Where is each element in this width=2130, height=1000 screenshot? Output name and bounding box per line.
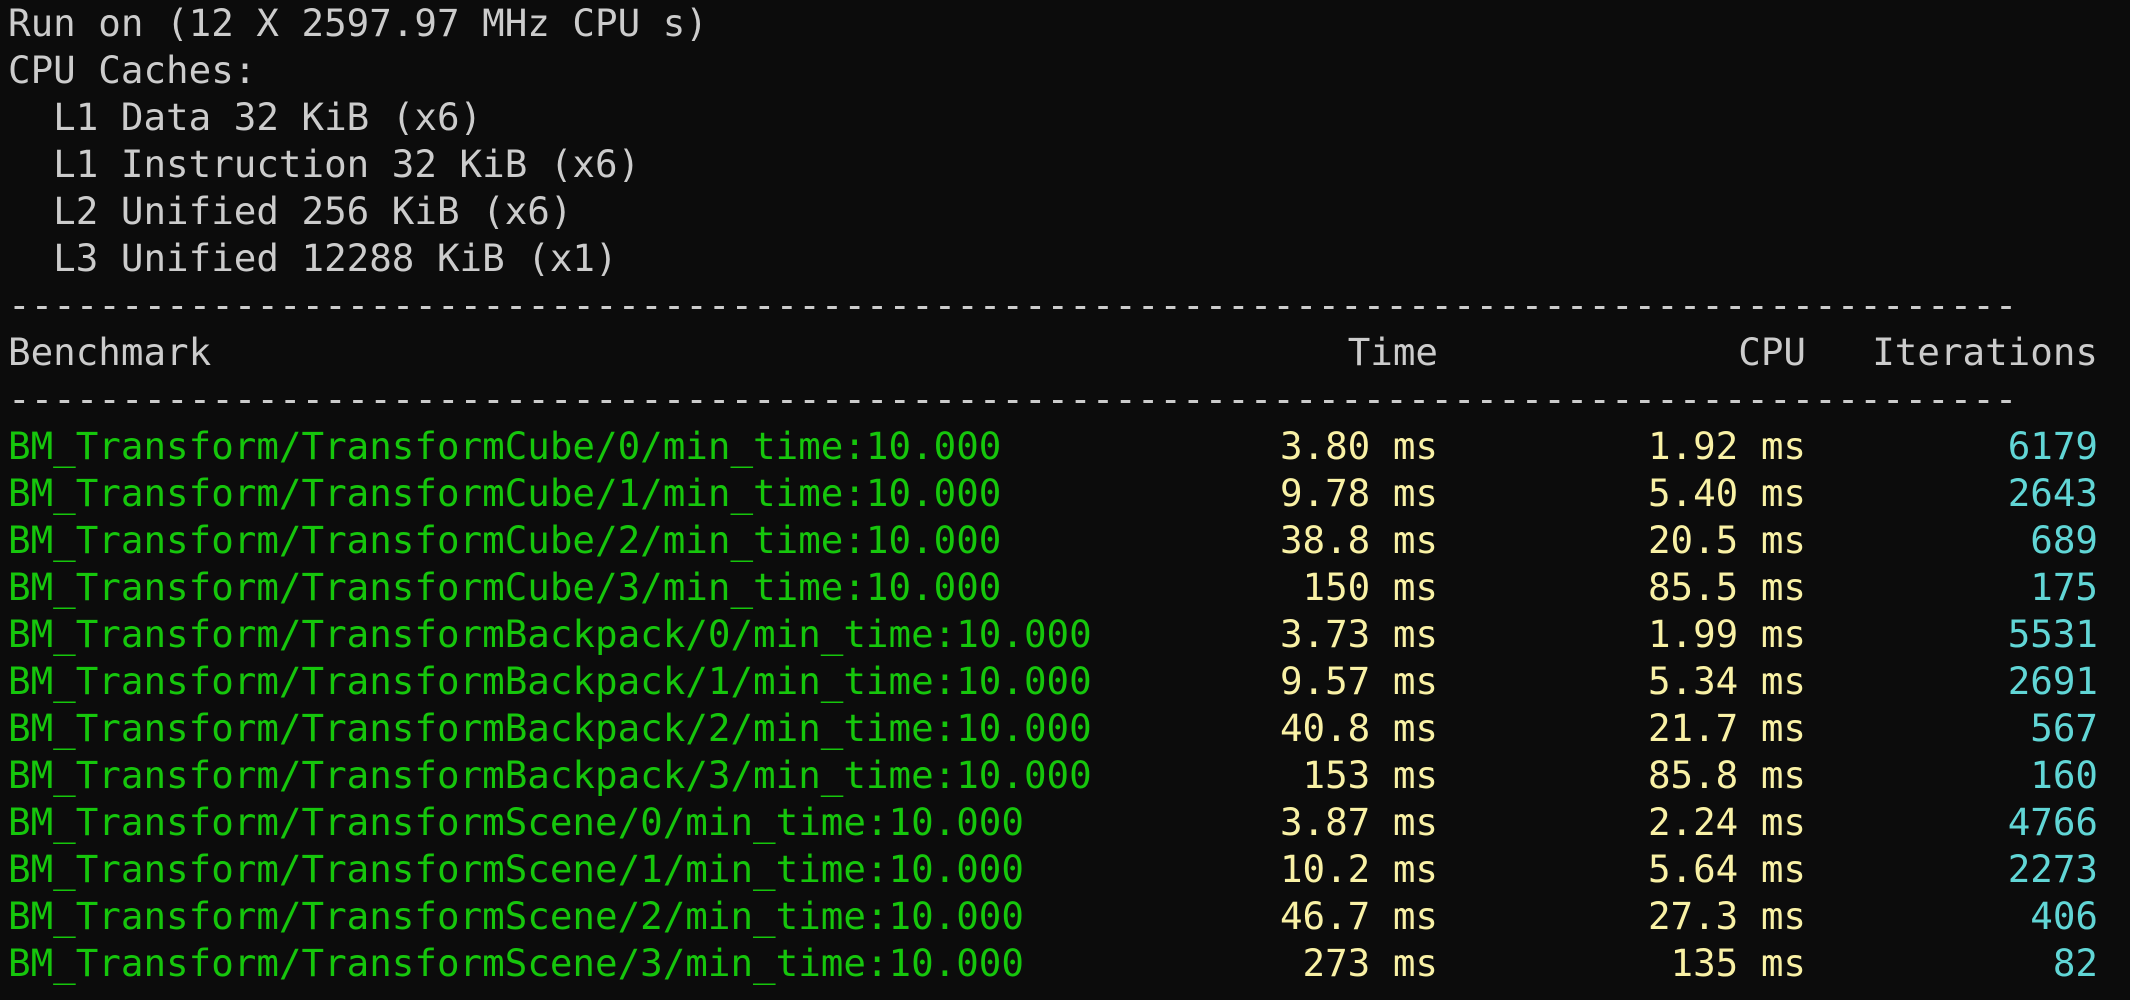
iterations-value: 689 <box>2030 518 2098 562</box>
time-value: 153 ms <box>1302 753 1438 797</box>
time-value: 3.87 ms <box>1279 800 1438 844</box>
separator-top: ----------------------------------------… <box>8 283 2018 327</box>
separator-header: ----------------------------------------… <box>8 377 2018 421</box>
cache-line-l1-instruction: L1 Instruction 32 KiB (x6) <box>8 141 2098 188</box>
cache-line-l1-data: L1 Data 32 KiB (x6) <box>8 94 2098 141</box>
iterations-value: 5531 <box>2007 612 2098 656</box>
benchmark-name: BM_Transform/TransformScene/1/min_time:1… <box>8 847 1024 891</box>
table-row: BM_Transform/TransformScene/3/min_time:1… <box>8 940 2098 987</box>
cpu-value: 2.24 ms <box>1647 800 1806 844</box>
cpu-caches-title: CPU Caches: <box>8 48 257 92</box>
iterations-value: 175 <box>2030 565 2098 609</box>
time-value: 46.7 ms <box>1279 894 1438 938</box>
cpu-value: 27.3 ms <box>1647 894 1806 938</box>
time-value: 38.8 ms <box>1279 518 1438 562</box>
benchmark-name: BM_Transform/TransformCube/0/min_time:10… <box>8 424 1002 468</box>
table-row: BM_Transform/TransformBackpack/2/min_tim… <box>8 705 2098 752</box>
cache-l2-unified-text: L2 Unified 256 KiB (x6) <box>8 189 573 233</box>
table-row: BM_Transform/TransformCube/2/min_time:10… <box>8 517 2098 564</box>
cache-line-l2-unified: L2 Unified 256 KiB (x6) <box>8 188 2098 235</box>
table-row: BM_Transform/TransformScene/2/min_time:1… <box>8 893 2098 940</box>
time-value: 3.73 ms <box>1279 612 1438 656</box>
iterations-value: 6179 <box>2007 424 2098 468</box>
benchmark-name: BM_Transform/TransformCube/2/min_time:10… <box>8 518 1002 562</box>
benchmark-name: BM_Transform/TransformCube/1/min_time:10… <box>8 471 1002 515</box>
column-header-time: Time <box>1347 330 1438 374</box>
time-value: 3.80 ms <box>1279 424 1438 468</box>
time-value: 150 ms <box>1302 565 1438 609</box>
iterations-value: 2643 <box>2007 471 2098 515</box>
cpu-value: 5.40 ms <box>1647 471 1806 515</box>
table-row: BM_Transform/TransformBackpack/0/min_tim… <box>8 611 2098 658</box>
run-info-line: Run on (12 X 2597.97 MHz CPU s) <box>8 0 2098 47</box>
benchmark-results-table: BM_Transform/TransformCube/0/min_time:10… <box>8 423 2098 987</box>
cpu-value: 21.7 ms <box>1647 706 1806 750</box>
time-value: 40.8 ms <box>1279 706 1438 750</box>
cpu-value: 135 ms <box>1670 941 1806 985</box>
cpu-value: 1.99 ms <box>1647 612 1806 656</box>
table-row: BM_Transform/TransformBackpack/1/min_tim… <box>8 658 2098 705</box>
benchmark-name: BM_Transform/TransformScene/0/min_time:1… <box>8 800 1024 844</box>
table-row: BM_Transform/TransformScene/1/min_time:1… <box>8 846 2098 893</box>
iterations-value: 2691 <box>2007 659 2098 703</box>
cpu-value: 85.5 ms <box>1647 565 1806 609</box>
time-value: 10.2 ms <box>1279 847 1438 891</box>
time-value: 9.57 ms <box>1279 659 1438 703</box>
column-header-iterations: Iterations <box>1872 330 2098 374</box>
benchmark-name: BM_Transform/TransformScene/3/min_time:1… <box>8 941 1024 985</box>
cache-l1-instruction-text: L1 Instruction 32 KiB (x6) <box>8 142 641 186</box>
cpu-value: 5.34 ms <box>1647 659 1806 703</box>
table-row: BM_Transform/TransformBackpack/3/min_tim… <box>8 752 2098 799</box>
benchmark-name: BM_Transform/TransformBackpack/0/min_tim… <box>8 612 1092 656</box>
time-value: 273 ms <box>1302 941 1438 985</box>
table-row: BM_Transform/TransformCube/0/min_time:10… <box>8 423 2098 470</box>
cpu-value: 1.92 ms <box>1647 424 1806 468</box>
benchmark-name: BM_Transform/TransformBackpack/3/min_tim… <box>8 753 1092 797</box>
cache-l1-data-text: L1 Data 32 KiB (x6) <box>8 95 483 139</box>
iterations-value: 160 <box>2030 753 2098 797</box>
cache-l3-unified-text: L3 Unified 12288 KiB (x1) <box>8 236 618 280</box>
iterations-value: 4766 <box>2007 800 2098 844</box>
benchmark-name: BM_Transform/TransformBackpack/2/min_tim… <box>8 706 1092 750</box>
cpu-caches-heading: CPU Caches: <box>8 47 2098 94</box>
cpu-value: 20.5 ms <box>1647 518 1806 562</box>
iterations-value: 406 <box>2030 894 2098 938</box>
benchmark-name: BM_Transform/TransformBackpack/1/min_tim… <box>8 659 1092 703</box>
table-row: BM_Transform/TransformCube/1/min_time:10… <box>8 470 2098 517</box>
column-header-benchmark: Benchmark <box>8 330 212 374</box>
cpu-value: 85.8 ms <box>1647 753 1806 797</box>
table-row: BM_Transform/TransformCube/3/min_time:10… <box>8 564 2098 611</box>
run-info-text: Run on (12 X 2597.97 MHz CPU s) <box>8 1 708 45</box>
iterations-value: 567 <box>2030 706 2098 750</box>
iterations-value: 2273 <box>2007 847 2098 891</box>
benchmark-name: BM_Transform/TransformScene/2/min_time:1… <box>8 894 1024 938</box>
cpu-value: 5.64 ms <box>1647 847 1806 891</box>
benchmark-name: BM_Transform/TransformCube/3/min_time:10… <box>8 565 1002 609</box>
cache-line-l3-unified: L3 Unified 12288 KiB (x1) <box>8 235 2098 282</box>
table-row: BM_Transform/TransformScene/0/min_time:1… <box>8 799 2098 846</box>
iterations-value: 82 <box>2052 941 2098 985</box>
terminal-output: Run on (12 X 2597.97 MHz CPU s) CPU Cach… <box>8 0 2098 987</box>
time-value: 9.78 ms <box>1279 471 1438 515</box>
column-header-cpu: CPU <box>1738 330 1806 374</box>
table-header-row: Benchmark Time CPU Iterations <box>8 329 2098 376</box>
